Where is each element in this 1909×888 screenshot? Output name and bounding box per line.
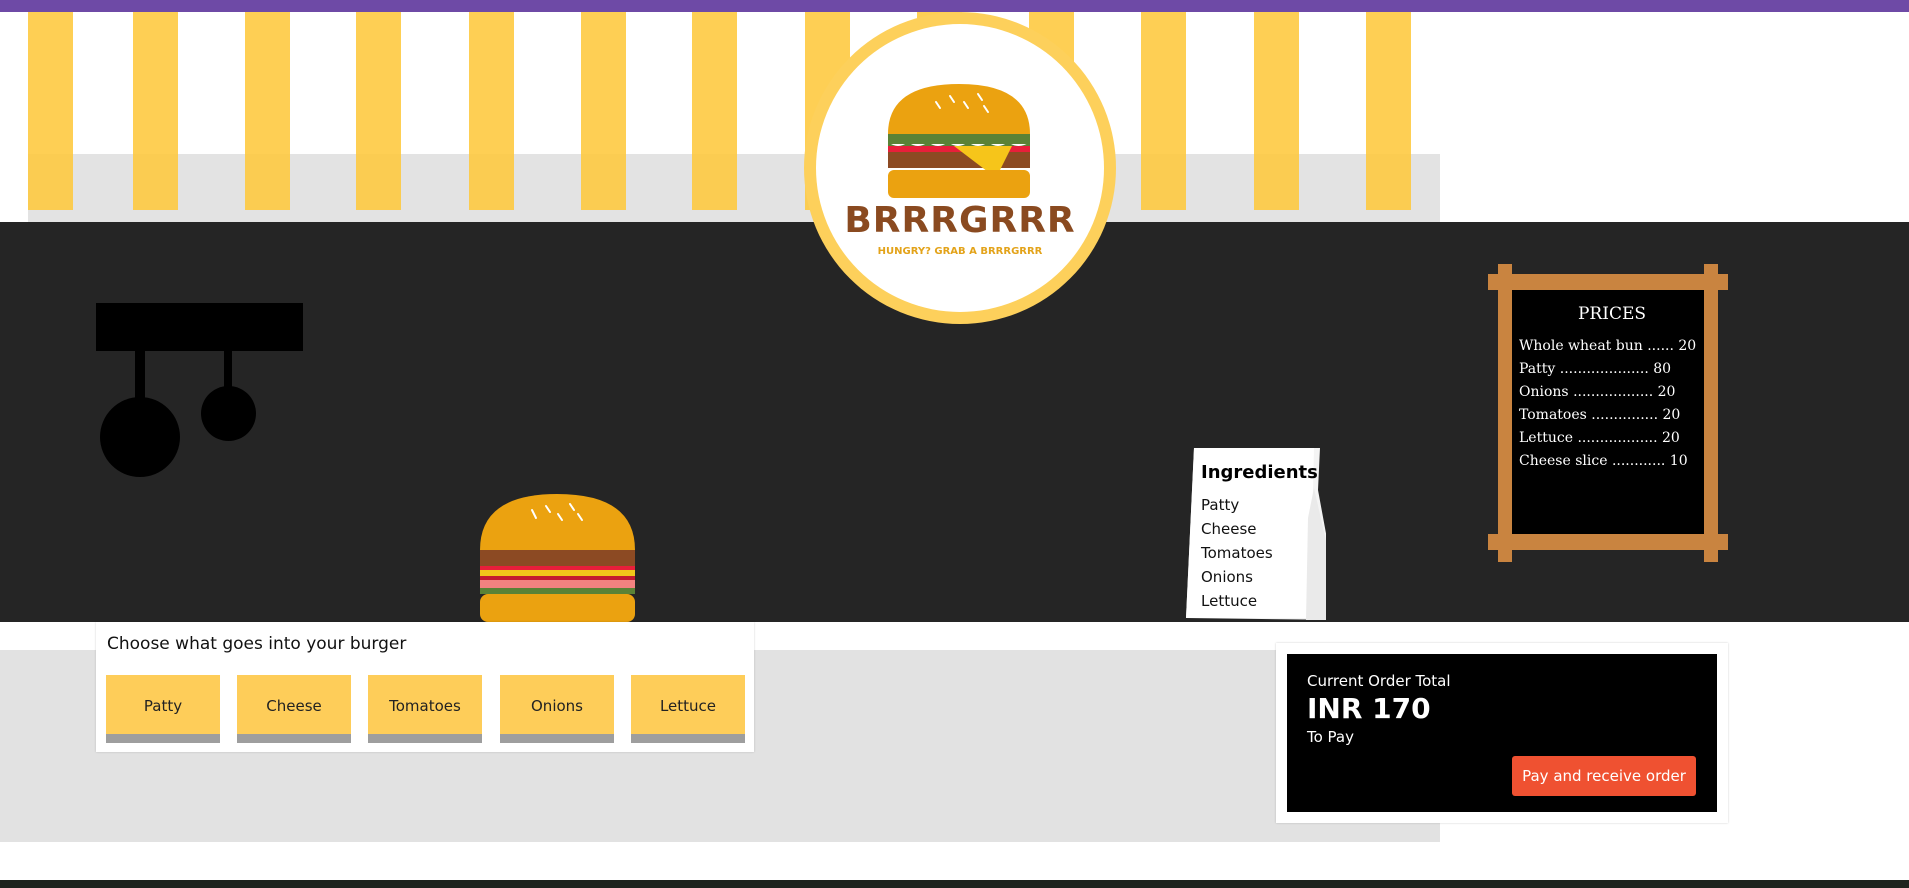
price-row: Whole wheat bun ...... 20 [1519,338,1697,354]
price-row: Patty .................... 80 [1519,361,1672,377]
awning-stripe [245,12,290,210]
awning-stripe [1254,12,1299,210]
small-pan [201,386,256,441]
footer-strip [0,880,1909,888]
awning-stripe [356,12,401,210]
awning-stripe [28,12,73,210]
add-tomatoes-button[interactable]: Tomatoes [368,675,482,743]
add-cheese-button[interactable]: Cheese [237,675,351,743]
add-patty-button[interactable]: Patty [106,675,220,743]
awning-stripe [133,12,178,210]
price-row: Tomatoes ............... 20 [1519,407,1681,423]
price-row: Lettuce .................. 20 [1519,430,1680,446]
price-board-title: PRICES [1577,304,1647,324]
button-label: Onions [531,697,583,715]
add-onions-button[interactable]: Onions [500,675,614,743]
price-row: Onions .................. 20 [1519,384,1676,400]
button-label: Tomatoes [389,697,461,715]
ingredients-title: Ingredients [1201,462,1318,483]
button-label: Patty [143,697,183,715]
add-lettuce-button[interactable]: Lettuce [631,675,745,743]
awning-stripe [1141,12,1186,210]
order-total-value: INR 170 [1307,692,1431,725]
ingredients-item: Patty [1201,496,1240,514]
order-to-pay-label: To Pay [1307,728,1354,746]
awning-stripe [581,12,626,210]
pan-rack [96,303,303,351]
pay-and-receive-order-button[interactable]: Pay and receive order [1512,756,1696,796]
ingredients-item: Tomatoes [1201,544,1273,562]
awning-stripe [469,12,514,210]
button-label: Lettuce [659,697,717,715]
burger-logo-icon [888,84,1030,198]
chooser-title: Choose what goes into your burger [107,634,407,654]
large-pan [100,397,180,477]
ingredients-item: Cheese [1201,520,1257,538]
button-label: Cheese [266,697,322,715]
ingredients-item: Lettuce [1201,592,1258,610]
awning [28,12,1440,222]
order-total-label: Current Order Total [1307,672,1451,690]
header-accent-bar [0,0,1909,12]
burger-icon [480,494,635,622]
awning-stripe [1366,12,1411,210]
brand-tagline: HUNGRY? GRAB A BRRRGRRR [877,246,1043,257]
brand-name: BRRRGRRR [844,200,1076,241]
ingredients-item: Onions [1201,568,1253,586]
awning-stripe [692,12,737,210]
price-row: Cheese slice ............ 10 [1519,453,1688,469]
